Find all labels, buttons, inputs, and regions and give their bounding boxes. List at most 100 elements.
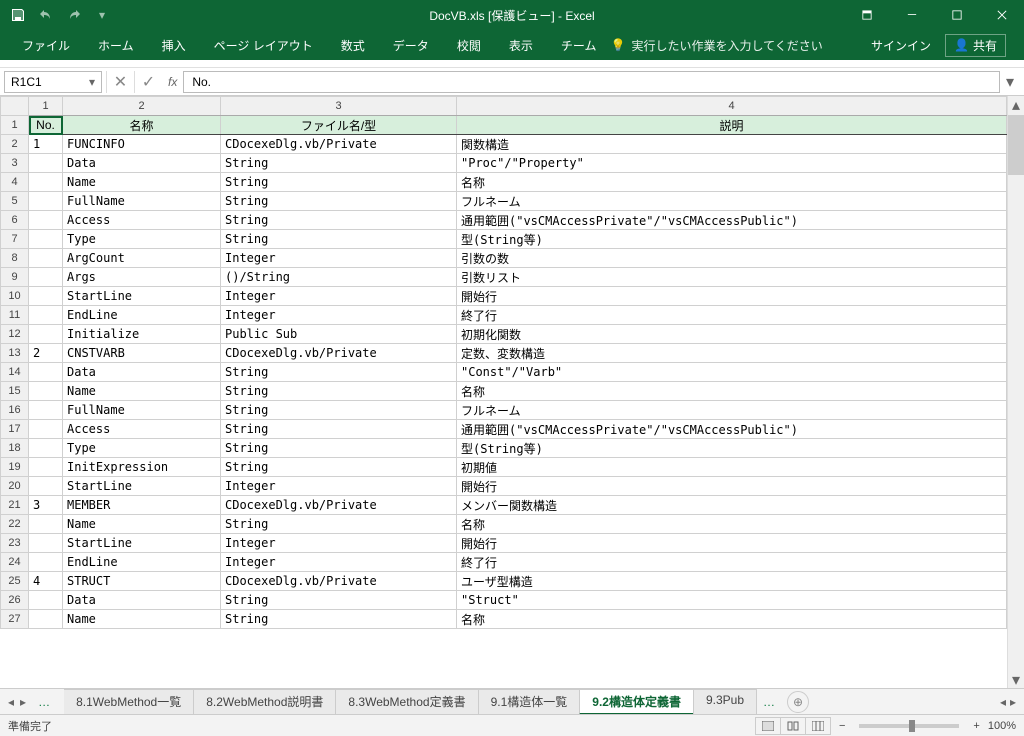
cell[interactable] xyxy=(29,458,63,477)
cell[interactable]: ArgCount xyxy=(63,249,221,268)
cell[interactable]: EndLine xyxy=(63,306,221,325)
cell[interactable]: Type xyxy=(63,230,221,249)
row-header[interactable]: 7 xyxy=(1,230,29,249)
row-header[interactable]: 2 xyxy=(1,135,29,154)
cell[interactable]: 初期値 xyxy=(457,458,1007,477)
sheet-tab[interactable]: 9.1構造体一覧 xyxy=(478,689,581,715)
cell[interactable]: String xyxy=(221,591,457,610)
cell[interactable]: CDocexeDlg.vb/Private xyxy=(221,344,457,363)
cell[interactable]: 通用範囲("vsCMAccessPrivate"/"vsCMAccessPubl… xyxy=(457,211,1007,230)
cancel-formula-icon[interactable]: ✕ xyxy=(106,71,134,93)
qat-customize-icon[interactable]: ▾ xyxy=(94,7,110,23)
cell[interactable]: 名称 xyxy=(457,610,1007,629)
cell[interactable] xyxy=(29,230,63,249)
row-header[interactable]: 4 xyxy=(1,173,29,192)
tab-nav-prev-icon[interactable]: ▸ xyxy=(20,695,26,709)
ribbon-tab-file[interactable]: ファイル xyxy=(8,30,84,60)
cell[interactable]: Integer xyxy=(221,534,457,553)
cell[interactable] xyxy=(29,306,63,325)
row-header[interactable]: 6 xyxy=(1,211,29,230)
cell[interactable]: 関数構造 xyxy=(457,135,1007,154)
cell[interactable] xyxy=(29,211,63,230)
cell[interactable] xyxy=(29,401,63,420)
ribbon-tab-formulas[interactable]: 数式 xyxy=(327,30,379,60)
cell[interactable]: Access xyxy=(63,420,221,439)
row-header[interactable]: 9 xyxy=(1,268,29,287)
row-header[interactable]: 10 xyxy=(1,287,29,306)
ribbon-tab-team[interactable]: チーム xyxy=(547,30,611,60)
ribbon-tab-review[interactable]: 校閲 xyxy=(443,30,495,60)
cell[interactable] xyxy=(29,591,63,610)
add-sheet-button[interactable]: ⊕ xyxy=(787,691,809,713)
ribbon-tab-home[interactable]: ホーム xyxy=(84,30,148,60)
ribbon-tab-insert[interactable]: 挿入 xyxy=(148,30,200,60)
view-pagelayout-icon[interactable] xyxy=(780,717,806,735)
cell[interactable]: Name xyxy=(63,515,221,534)
tell-me-search[interactable]: 💡 実行したい作業を入力してください xyxy=(610,37,822,54)
undo-icon[interactable] xyxy=(38,7,54,23)
cell[interactable]: String xyxy=(221,230,457,249)
scroll-up-icon[interactable]: ▴ xyxy=(1008,96,1024,113)
name-box[interactable]: R1C1 ▾ xyxy=(4,71,102,93)
cell[interactable]: String xyxy=(221,610,457,629)
table-header-cell[interactable]: ファイル名/型 xyxy=(221,116,457,135)
save-icon[interactable] xyxy=(10,7,26,23)
fx-icon[interactable]: fx xyxy=(162,75,183,89)
select-all-cell[interactable] xyxy=(1,97,29,116)
cell[interactable]: Data xyxy=(63,591,221,610)
redo-icon[interactable] xyxy=(66,7,82,23)
row-header[interactable]: 18 xyxy=(1,439,29,458)
cell[interactable]: FUNCINFO xyxy=(63,135,221,154)
table-header-cell[interactable]: 説明 xyxy=(457,116,1007,135)
ribbon-tab-pagelayout[interactable]: ページ レイアウト xyxy=(200,30,327,60)
chevron-down-icon[interactable]: ▾ xyxy=(89,75,95,89)
cell[interactable]: ユーザ型構造 xyxy=(457,572,1007,591)
cell[interactable]: FullName xyxy=(63,192,221,211)
cell[interactable]: Name xyxy=(63,610,221,629)
sheet-tab[interactable]: 9.3Pub xyxy=(693,689,757,715)
cell[interactable]: ()/String xyxy=(221,268,457,287)
zoom-in-button[interactable]: + xyxy=(973,720,979,732)
column-header[interactable]: 1 xyxy=(29,97,63,116)
sheet-tab[interactable]: 9.2構造体定義書 xyxy=(579,689,694,715)
scrollbar-thumb[interactable] xyxy=(1008,115,1024,175)
column-header[interactable]: 4 xyxy=(457,97,1007,116)
cell[interactable] xyxy=(29,325,63,344)
cell[interactable] xyxy=(29,477,63,496)
cell[interactable]: フルネーム xyxy=(457,192,1007,211)
spreadsheet-grid[interactable]: 12341No.名称ファイル名/型説明21FUNCINFOCDocexeDlg.… xyxy=(0,96,1007,688)
cell[interactable] xyxy=(29,534,63,553)
cell[interactable]: 開始行 xyxy=(457,477,1007,496)
cell[interactable]: Type xyxy=(63,439,221,458)
cell[interactable]: Integer xyxy=(221,306,457,325)
tab-nav-first-icon[interactable]: ◂ xyxy=(8,695,14,709)
cell[interactable] xyxy=(29,382,63,401)
cell[interactable]: 名称 xyxy=(457,515,1007,534)
row-header[interactable]: 23 xyxy=(1,534,29,553)
cell[interactable]: Integer xyxy=(221,287,457,306)
cell[interactable]: 終了行 xyxy=(457,553,1007,572)
signin-link[interactable]: サインイン xyxy=(871,37,931,54)
row-header[interactable]: 11 xyxy=(1,306,29,325)
row-header[interactable]: 5 xyxy=(1,192,29,211)
cell[interactable]: String xyxy=(221,211,457,230)
cell[interactable]: 引数の数 xyxy=(457,249,1007,268)
column-header[interactable]: 2 xyxy=(63,97,221,116)
cell[interactable]: CDocexeDlg.vb/Private xyxy=(221,572,457,591)
cell[interactable] xyxy=(29,363,63,382)
cell[interactable]: String xyxy=(221,439,457,458)
zoom-out-button[interactable]: − xyxy=(839,720,845,732)
view-normal-icon[interactable] xyxy=(755,717,781,735)
row-header[interactable]: 3 xyxy=(1,154,29,173)
share-button[interactable]: 👤 共有 xyxy=(945,34,1006,57)
enter-formula-icon[interactable]: ✓ xyxy=(134,71,162,93)
cell[interactable]: "Struct" xyxy=(457,591,1007,610)
row-header[interactable]: 1 xyxy=(1,116,29,135)
cell[interactable]: InitExpression xyxy=(63,458,221,477)
table-header-cell[interactable]: 名称 xyxy=(63,116,221,135)
cell[interactable]: Name xyxy=(63,382,221,401)
cell[interactable]: FullName xyxy=(63,401,221,420)
cell[interactable]: StartLine xyxy=(63,534,221,553)
scroll-down-icon[interactable]: ▾ xyxy=(1008,671,1024,688)
cell[interactable]: MEMBER xyxy=(63,496,221,515)
